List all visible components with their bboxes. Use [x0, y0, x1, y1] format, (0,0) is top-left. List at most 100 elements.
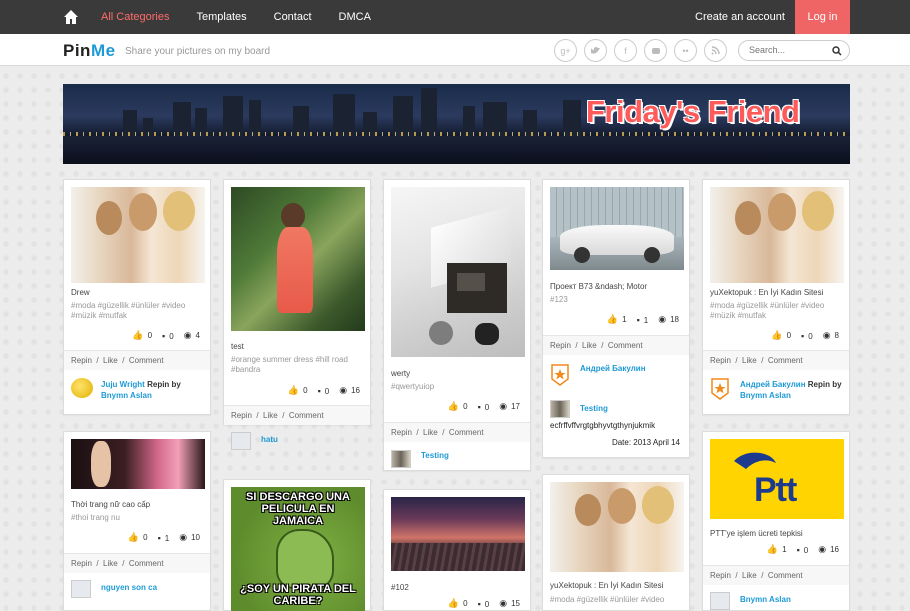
pin-card[interactable]: test #orange summer dress #hill road #ba… [223, 179, 371, 450]
pin-card[interactable]: Ptt PTT'ye işlem ücreti tepkisi 👍 1 ▪ 0 ◉ 1… [702, 431, 850, 611]
site-logo[interactable]: PinMe [63, 41, 116, 61]
pin-image[interactable]: SI DESCARGO UNA PELICULA EN JAMAICA ¿SOY… [231, 487, 365, 611]
repin-user-link[interactable]: Bnymn Aslan [101, 391, 152, 400]
avatar[interactable] [550, 400, 570, 418]
comment-link[interactable]: Comment [768, 356, 803, 365]
repin-link[interactable]: Repin [550, 341, 571, 350]
comment-link[interactable]: Comment [129, 356, 164, 365]
nav-contact[interactable]: Contact [274, 11, 312, 23]
like-link[interactable]: Like [582, 341, 597, 350]
pin-image[interactable] [71, 439, 205, 489]
comments-count: ▪ 0 [801, 330, 813, 341]
pin-note: ecfrffvffvrgtgbhyvtgthynjukmik [550, 421, 656, 430]
pin-tags[interactable]: #moda #güzellik #ünlüler #video [550, 595, 684, 605]
avatar[interactable] [391, 450, 411, 468]
views-count: ◉ 8 [822, 330, 839, 340]
repin-link[interactable]: Repin [71, 559, 92, 568]
nav-templates[interactable]: Templates [196, 11, 246, 23]
pin-card[interactable]: yuXektopuk : En İyi Kadın Sitesi #moda #… [702, 179, 850, 415]
pin-image[interactable] [231, 187, 365, 331]
avatar[interactable] [231, 432, 251, 450]
pin-stats: 👍 0 ▪ 1 ◉ 10 [128, 532, 200, 543]
search-icon[interactable] [832, 46, 842, 56]
nav-dmca[interactable]: DMCA [339, 11, 371, 23]
pin-actions: Repin / Like / Comment [64, 350, 210, 370]
user-link[interactable]: Bnymn Aslan [740, 594, 791, 605]
repin-link[interactable]: Repin [71, 356, 92, 365]
user-link[interactable]: Андрей Бакулин [580, 363, 646, 374]
pin-card[interactable]: SI DESCARGO UNA PELICULA EN JAMAICA ¿SOY… [223, 479, 371, 611]
pin-image[interactable] [550, 187, 684, 270]
rss-icon[interactable] [704, 39, 727, 62]
pin-tags[interactable]: #qwertyuiop [391, 382, 525, 392]
pin-card[interactable]: Drew #moda #güzellik #ünlüler #video #mü… [63, 179, 211, 415]
create-account-link[interactable]: Create an account [695, 11, 785, 23]
like-link[interactable]: Like [742, 571, 757, 580]
pin-title: test [231, 342, 244, 351]
pin-title: Drew [71, 288, 90, 297]
user-link[interactable]: Андрей Бакулин [740, 380, 806, 389]
star-badge-icon[interactable] [550, 364, 570, 386]
pin-tags[interactable]: #orange summer dress #hill road #bandra [231, 355, 365, 375]
comment-link[interactable]: Comment [289, 411, 324, 420]
user-link[interactable]: Testing [421, 450, 449, 461]
pin-card[interactable]: Thời trang nữ cao cấp #thoi trang nu 👍 0 … [63, 431, 211, 611]
twitter-icon[interactable] [584, 39, 607, 62]
nav-all-categories[interactable]: All Categories [101, 11, 169, 23]
google-plus-icon[interactable]: g+ [554, 39, 577, 62]
repin-link[interactable]: Repin [231, 411, 252, 420]
user-link[interactable]: hatu [261, 434, 278, 445]
pin-tags[interactable]: #moda #güzellik #ünlüler #video #müzik #… [710, 301, 844, 321]
user-link[interactable]: Testing [580, 403, 608, 414]
like-icon: 👍 [766, 544, 779, 554]
home-icon[interactable] [63, 9, 79, 25]
login-button[interactable]: Log in [795, 0, 850, 34]
pin-image[interactable] [391, 187, 525, 357]
search-input[interactable] [749, 45, 829, 55]
comment-link[interactable]: Comment [129, 559, 164, 568]
banner[interactable]: Friday's Friend [63, 84, 850, 164]
repin-user-link[interactable]: Bnymn Aslan [740, 391, 791, 400]
pin-tags[interactable]: #thoi trang nu [71, 513, 205, 523]
pin-stats: 👍 0 ▪ 0 ◉ 15 [448, 598, 520, 609]
pin-image[interactable] [710, 187, 844, 283]
user-link[interactable]: nguyen son ca [101, 582, 157, 593]
pin-tags[interactable]: #moda #güzellik #ünlüler #video #müzik #… [71, 301, 205, 321]
pin-card[interactable]: yuXektopuk : En İyi Kadın Sitesi #moda #… [542, 474, 690, 611]
flickr-icon[interactable]: •• [674, 39, 697, 62]
social-links: g+ f •• [554, 39, 727, 62]
pin-tags[interactable]: #123 [550, 295, 684, 305]
comment-link[interactable]: Comment [608, 341, 643, 350]
pin-image[interactable] [391, 497, 525, 571]
like-link[interactable]: Like [103, 559, 118, 568]
likes-count: 👍 0 [127, 532, 148, 542]
avatar[interactable] [71, 378, 93, 398]
pin-user: Juju Wright Repin by Bnymn Aslan [101, 380, 181, 400]
repin-link[interactable]: Repin [710, 571, 731, 580]
facebook-icon[interactable]: f [614, 39, 637, 62]
repin-link[interactable]: Repin [391, 428, 412, 437]
pin-image[interactable]: Ptt [710, 439, 844, 519]
views-count: ◉ 10 [179, 532, 200, 542]
like-link[interactable]: Like [423, 428, 438, 437]
pin-image[interactable] [550, 482, 684, 572]
avatar[interactable] [710, 592, 730, 610]
pin-actions: Repin / Like / Comment [703, 565, 849, 585]
user-link[interactable]: Juju Wright [101, 380, 145, 389]
eye-icon: ◉ [183, 330, 192, 340]
pin-card[interactable]: werty #qwertyuiop 👍 0 ▪ 0 ◉ 17 Repin / Like… [383, 179, 531, 471]
views-count: ◉ 16 [818, 544, 839, 554]
avatar[interactable] [71, 580, 91, 598]
pin-card[interactable]: Проект В73 &ndash; Motor #123 👍 1 ▪ 1 ◉ 18 … [542, 179, 690, 458]
comment-link[interactable]: Comment [449, 428, 484, 437]
views-count: ◉ 18 [658, 314, 679, 324]
pin-image[interactable] [71, 187, 205, 283]
comment-link[interactable]: Comment [768, 571, 803, 580]
repin-link[interactable]: Repin [710, 356, 731, 365]
like-link[interactable]: Like [263, 411, 278, 420]
like-link[interactable]: Like [742, 356, 757, 365]
like-link[interactable]: Like [103, 356, 118, 365]
star-badge-icon[interactable] [710, 378, 730, 400]
youtube-icon[interactable] [644, 39, 667, 62]
pin-card[interactable]: #102 👍 0 ▪ 0 ◉ 15 [383, 489, 531, 611]
